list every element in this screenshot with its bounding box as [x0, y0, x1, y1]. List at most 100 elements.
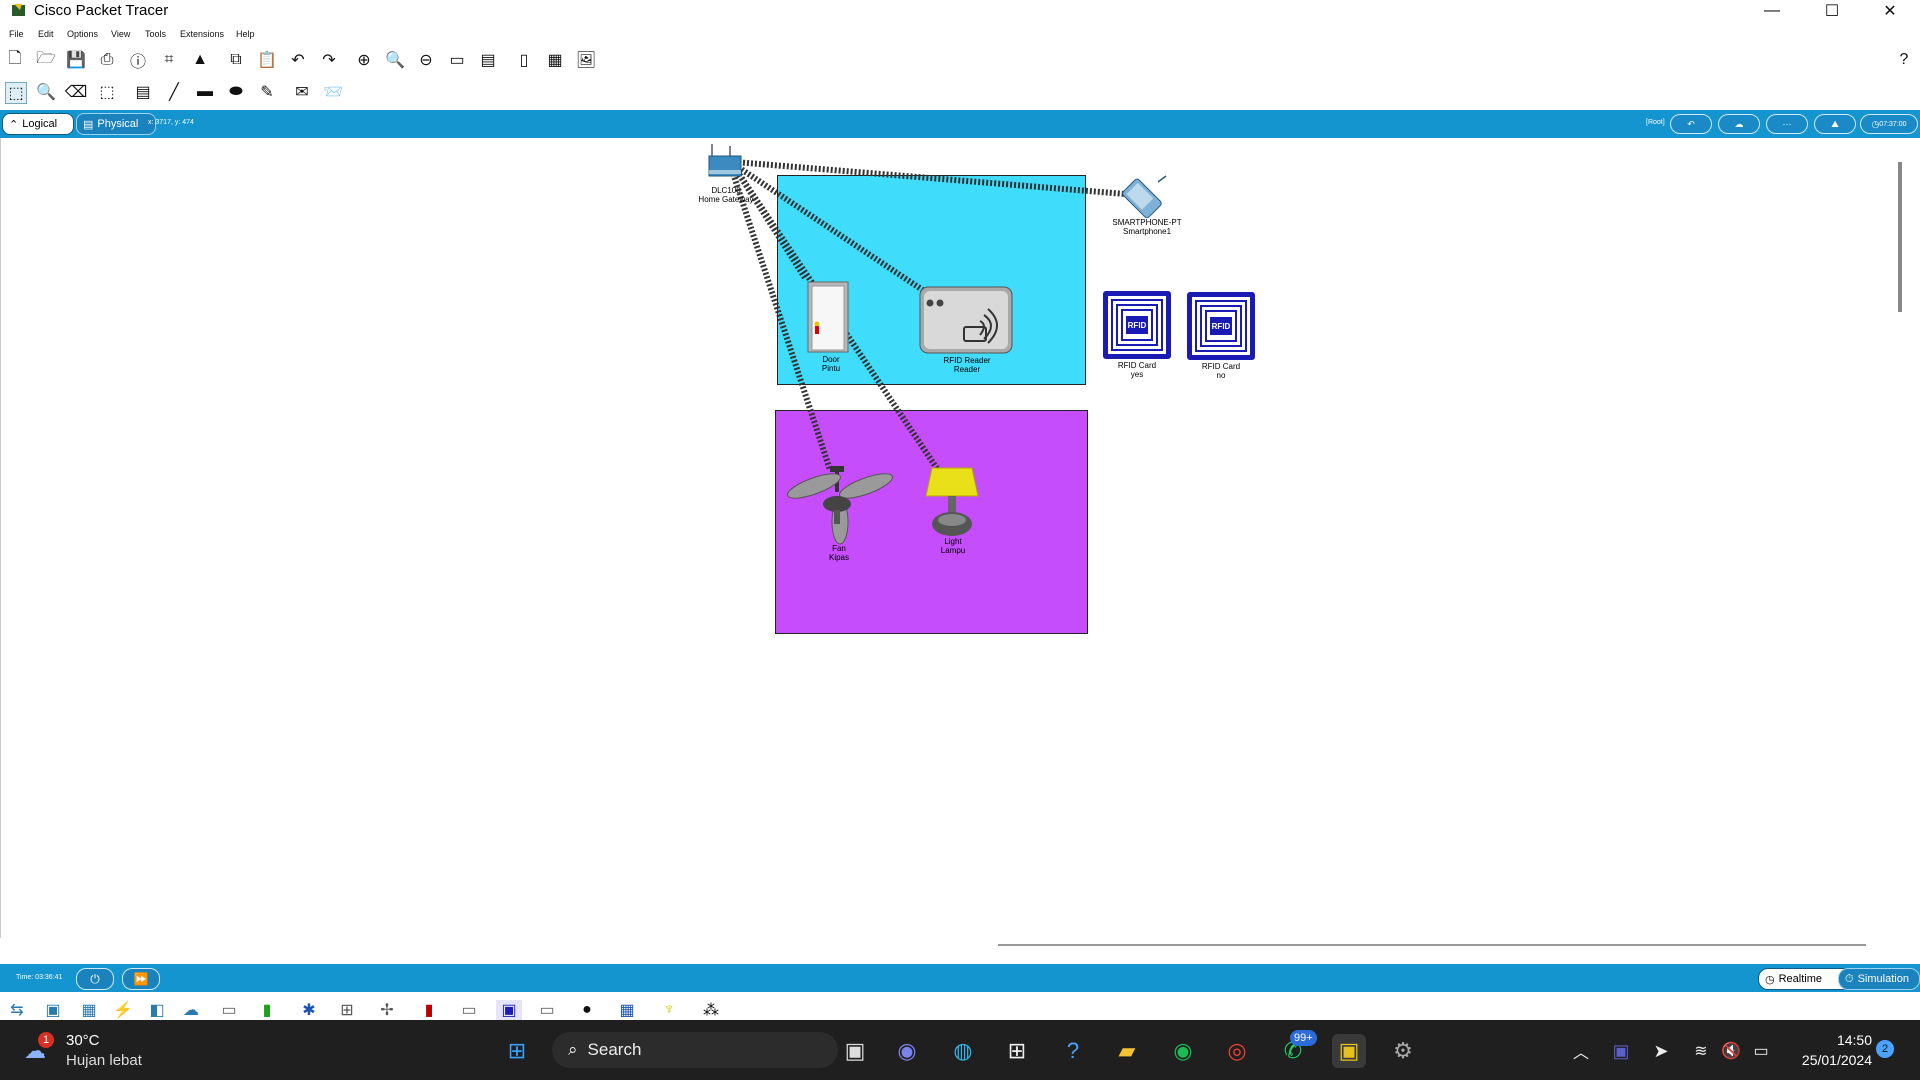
network-devices-icon[interactable]: ⇆	[4, 1000, 30, 1020]
speaker-device-icon[interactable]: ●	[574, 1000, 600, 1020]
rfid-card-yes-device[interactable]: RFID	[1102, 290, 1172, 360]
paste-icon[interactable]: 📋	[257, 50, 277, 70]
help-icon[interactable]: ?	[1894, 50, 1914, 70]
tab-physical[interactable]: ▤ Physical	[76, 113, 156, 135]
notification-count-badge[interactable]: 2	[1876, 1040, 1894, 1058]
cluster-view-button[interactable]: ☁	[1718, 114, 1760, 134]
microsoft-store-icon[interactable]: ⊞	[1000, 1034, 1034, 1068]
new-cluster-button[interactable]: ⋯	[1766, 114, 1808, 134]
settings-icon[interactable]: ⚙	[1386, 1034, 1420, 1068]
menu-extensions[interactable]: Extensions	[180, 29, 224, 39]
edge-browser-icon[interactable]: ◍	[946, 1034, 980, 1068]
menu-tools[interactable]: Tools	[145, 29, 166, 39]
place-note-icon[interactable]: ▤	[133, 82, 153, 102]
windows-start-icon[interactable]: ⊞	[500, 1034, 534, 1068]
location-icon[interactable]: ➤	[1644, 1034, 1678, 1068]
smartphone-device[interactable]	[1114, 174, 1170, 220]
get-help-icon[interactable]: ?	[1056, 1034, 1090, 1068]
draw-line-icon[interactable]: ╱	[164, 82, 184, 102]
monitor-device-icon[interactable]: ▭	[456, 1000, 482, 1020]
packet-tracer-taskbar-icon[interactable]: ▣	[1332, 1034, 1366, 1068]
wind-turbine-device-icon[interactable]: ⁂	[698, 1000, 724, 1020]
reader-palette-icon[interactable]: ▭	[534, 1000, 560, 1020]
light-device[interactable]	[920, 466, 984, 538]
battery-device-icon[interactable]: ▮	[254, 1000, 280, 1020]
navigation-back-button[interactable]: ↶	[1670, 114, 1712, 134]
zoom-out-icon[interactable]: ⊖	[416, 50, 436, 70]
weather-widget[interactable]: ☁ 1	[22, 1032, 56, 1066]
activity-wizard-icon[interactable]: ▲	[190, 50, 210, 70]
clock-time[interactable]: 14:50	[1802, 1032, 1872, 1048]
inspect-icon[interactable]: 🔍	[36, 82, 56, 102]
zoom-in-icon[interactable]: ⊕	[354, 50, 374, 70]
solar-panel-device-icon[interactable]: ▦	[614, 1000, 640, 1020]
resize-shape-icon[interactable]: ⬚	[97, 82, 117, 102]
menu-view[interactable]: View	[111, 29, 130, 39]
add-complex-pdu-icon[interactable]: 📨	[323, 82, 343, 102]
select-tool-icon[interactable]: ⬚	[5, 82, 27, 104]
background-image-button[interactable]: ⛰	[1814, 114, 1856, 134]
chrome-icon[interactable]: ◎	[1220, 1034, 1254, 1068]
show-hidden-icons-icon[interactable]: ︿	[1564, 1034, 1598, 1068]
file-explorer-icon[interactable]: ▰	[1110, 1034, 1144, 1068]
delete-icon[interactable]: ⌫	[65, 82, 88, 102]
redo-icon[interactable]: ↷	[319, 50, 339, 70]
fan-device[interactable]	[784, 466, 894, 546]
fast-forward-button[interactable]: ⏩	[122, 968, 160, 990]
undo-icon[interactable]: ↶	[288, 50, 308, 70]
freeform-icon[interactable]: ✎	[257, 82, 277, 102]
vertical-scrollbar-thumb[interactable]	[1898, 162, 1902, 312]
teams-chat-icon[interactable]: ◉	[890, 1034, 924, 1068]
menu-file[interactable]: File	[9, 29, 24, 39]
image-icon[interactable]: 🖼	[576, 50, 596, 70]
save-icon[interactable]: 💾	[66, 50, 86, 70]
taskbar-search[interactable]: ⌕ Search	[552, 1032, 838, 1068]
door-device[interactable]	[806, 280, 850, 354]
custom-device-icon[interactable]: ▤	[478, 50, 498, 70]
info-icon[interactable]: ⓘ	[128, 50, 148, 71]
print-icon[interactable]: ⎙	[97, 50, 117, 70]
close-button[interactable]: ✕	[1862, 0, 1918, 22]
menu-help[interactable]: Help	[236, 29, 255, 39]
connections-icon[interactable]: ⚡	[110, 1000, 136, 1020]
rfid-card-no-device[interactable]: RFID	[1186, 291, 1256, 361]
view-command-log-icon[interactable]: ▯	[514, 50, 534, 70]
miscellaneous-icon[interactable]: ◧	[144, 1000, 170, 1020]
battery-icon[interactable]: ▭	[1744, 1034, 1778, 1068]
new-file-icon[interactable]: 🗋	[5, 50, 25, 70]
components-icon[interactable]: ▦	[76, 1000, 102, 1020]
draw-ellipse-icon[interactable]: ⬬	[226, 82, 246, 102]
horizontal-scrollbar-thumb[interactable]	[998, 944, 1866, 946]
ceiling-fan-device-icon[interactable]: ✢	[374, 1000, 400, 1020]
menu-options[interactable]: Options	[67, 29, 98, 39]
teams-tray-icon[interactable]: ▣	[1604, 1034, 1638, 1068]
maximize-button[interactable]: ☐	[1804, 0, 1860, 22]
bluetooth-device-icon[interactable]: ✱	[296, 1000, 322, 1020]
minimize-button[interactable]: —	[1744, 0, 1800, 22]
spotify-icon[interactable]: ◉	[1166, 1034, 1200, 1068]
power-cycle-button[interactable]: ⏻	[76, 968, 114, 990]
wifi-icon[interactable]: ≋	[1684, 1034, 1718, 1068]
volume-muted-icon[interactable]: 🔇	[1714, 1034, 1748, 1068]
viewport-clock[interactable]: ◷ 07:37:00	[1860, 114, 1918, 134]
street-lamp-device-icon[interactable]: ♆	[656, 1000, 682, 1020]
add-simple-pdu-icon[interactable]: ✉	[292, 82, 312, 102]
end-devices-icon[interactable]: ▣	[40, 1000, 66, 1020]
clock-date[interactable]: 25/01/2024	[1784, 1052, 1872, 1068]
cluster-icon[interactable]: ▦	[545, 50, 565, 70]
open-folder-icon[interactable]: 🗁	[36, 50, 56, 70]
rfid-card-palette-icon[interactable]: ▣	[496, 1000, 522, 1020]
device-generic-icon[interactable]: ▭	[216, 1000, 242, 1020]
drawing-palette-icon[interactable]: ▭	[447, 50, 467, 70]
task-view-icon[interactable]: ▣	[838, 1034, 872, 1068]
simulation-mode-button[interactable]: ⏱ Simulation	[1838, 968, 1920, 990]
zoom-reset-icon[interactable]: 🔍	[385, 50, 405, 70]
draw-rectangle-icon[interactable]: ▬	[195, 82, 215, 102]
tab-logical[interactable]: ⌃ Logical	[2, 113, 74, 135]
multiuser-icon[interactable]: ☁	[178, 1000, 204, 1020]
siren-device-icon[interactable]: ▮	[416, 1000, 442, 1020]
copy-icon[interactable]: ⧉	[226, 50, 246, 70]
rfid-reader-device[interactable]	[918, 285, 1014, 355]
appliance-device-icon[interactable]: ⊞	[334, 1000, 360, 1020]
menu-edit[interactable]: Edit	[38, 29, 54, 39]
